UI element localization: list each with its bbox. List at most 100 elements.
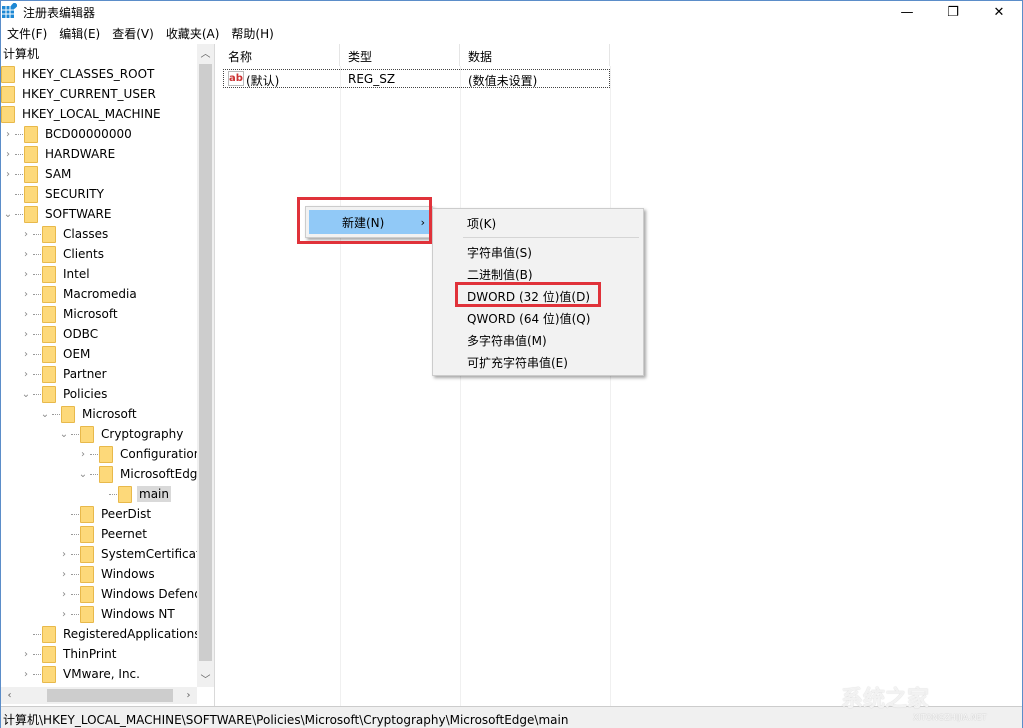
tree-connector-line: [15, 173, 23, 175]
tree-node[interactable]: SECURITY: [2, 184, 106, 204]
scroll-up-arrow-icon[interactable]: ︿: [197, 44, 214, 61]
close-button[interactable]: ✕: [976, 1, 1022, 23]
menu-view[interactable]: 查看(V): [106, 23, 160, 43]
tree-horizontal-scrollbar[interactable]: ‹ ›: [1, 687, 197, 704]
expand-chevron-icon[interactable]: ›: [20, 669, 32, 680]
expand-chevron-icon[interactable]: ›: [2, 149, 14, 160]
column-header-name[interactable]: 名称: [220, 44, 340, 66]
tree-vertical-scrollbar[interactable]: ︿ ﹀: [197, 44, 214, 687]
tree-node[interactable]: › ThinPrint: [20, 644, 118, 664]
tree-node[interactable]: PeerDist: [58, 504, 153, 524]
tree-node[interactable]: HKEY_CLASSES_ROOT: [1, 64, 156, 84]
tree-node[interactable]: HKEY_LOCAL_MACHINE: [1, 104, 163, 124]
menu-bar: 文件(F) 编辑(E) 查看(V) 收藏夹(A) 帮助(H): [1, 23, 1022, 43]
folder-icon: [80, 585, 94, 603]
expand-chevron-icon[interactable]: ›: [20, 369, 32, 380]
expand-chevron-icon[interactable]: ›: [20, 329, 32, 340]
tree-node-label: Configuration: [120, 447, 202, 461]
menu-favorites[interactable]: 收藏夹(A): [160, 23, 226, 43]
scroll-thumb[interactable]: [199, 64, 212, 661]
tree-node[interactable]: › BCD00000000: [2, 124, 134, 144]
tree-connector-line: [52, 413, 60, 415]
expand-chevron-icon[interactable]: ›: [20, 269, 32, 280]
menu-item-multi-string-value[interactable]: 多字符串值(M): [467, 332, 547, 349]
tree-node[interactable]: › Intel: [20, 264, 92, 284]
title-bar: 注册表编辑器 — ❐ ✕: [1, 1, 1022, 23]
collapse-chevron-icon[interactable]: ⌄: [2, 209, 14, 220]
expand-chevron-icon[interactable]: ›: [20, 289, 32, 300]
expand-chevron-icon[interactable]: ›: [58, 589, 70, 600]
tree-node[interactable]: RegisteredApplications: [20, 624, 202, 644]
expand-chevron-icon[interactable]: ›: [58, 549, 70, 560]
scroll-right-arrow-icon[interactable]: ›: [180, 687, 197, 704]
menu-item-key[interactable]: 项(K): [467, 215, 496, 232]
tree-node[interactable]: › Macromedia: [20, 284, 139, 304]
scroll-down-arrow-icon[interactable]: ﹀: [197, 670, 214, 687]
folder-icon: [99, 445, 113, 463]
menu-item-binary-value[interactable]: 二进制值(B): [467, 266, 533, 283]
restore-button[interactable]: ❐: [930, 1, 976, 23]
expand-chevron-icon[interactable]: ›: [2, 129, 14, 140]
menu-help[interactable]: 帮助(H): [225, 23, 279, 43]
tree-node[interactable]: › Windows: [58, 564, 157, 584]
tree-node[interactable]: › Classes: [20, 224, 110, 244]
folder-icon: [61, 405, 75, 423]
expand-chevron-icon[interactable]: ›: [58, 609, 70, 620]
tree-node-label: Peernet: [101, 527, 147, 541]
tree-connector-line: [33, 373, 41, 375]
tree-node[interactable]: ⌄ Cryptography: [58, 424, 185, 444]
tree-node[interactable]: › Clients: [20, 244, 106, 264]
registry-tree[interactable]: 计算机 HKEY_CLASSES_ROOT HKEY_CURRENT_USER HK…: [1, 44, 215, 706]
tree-node[interactable]: › Windows Defender: [58, 584, 214, 604]
tree-node[interactable]: › VMware, Inc.: [20, 664, 142, 684]
scroll-left-arrow-icon[interactable]: ‹: [1, 687, 18, 704]
expand-chevron-icon[interactable]: ›: [20, 649, 32, 660]
expand-chevron-icon[interactable]: ›: [58, 569, 70, 580]
expand-chevron-icon[interactable]: ›: [2, 169, 14, 180]
folder-icon: [42, 265, 56, 283]
menu-item-expandable-string-value[interactable]: 可扩充字符串值(E): [467, 354, 568, 371]
hscroll-thumb[interactable]: [47, 689, 173, 702]
tree-root-computer[interactable]: 计算机: [3, 45, 39, 62]
tree-node[interactable]: HKEY_CURRENT_USER: [1, 84, 158, 104]
tree-node[interactable]: › HARDWARE: [2, 144, 117, 164]
tree-node[interactable]: › Partner: [20, 364, 109, 384]
tree-node[interactable]: ⌄ Microsoft: [39, 404, 139, 424]
tree-node[interactable]: › SystemCertificates: [58, 544, 214, 564]
tree-node-label: Windows: [101, 567, 155, 581]
column-header-data[interactable]: 数据: [460, 44, 610, 66]
tree-node[interactable]: › Windows NT: [58, 604, 177, 624]
expand-chevron-icon[interactable]: ›: [20, 309, 32, 320]
expand-chevron-icon[interactable]: ›: [77, 449, 89, 460]
collapse-chevron-icon[interactable]: ⌄: [39, 409, 51, 420]
watermark-url: XITONGZHIJIA.NET: [913, 713, 987, 722]
tree-node-label: HKEY_LOCAL_MACHINE: [22, 107, 161, 121]
column-header-type[interactable]: 类型: [340, 44, 460, 66]
tree-node-label: SAM: [45, 167, 72, 181]
menu-item-qword-value[interactable]: QWORD (64 位)值(Q): [467, 310, 590, 327]
collapse-chevron-icon[interactable]: ⌄: [58, 429, 70, 440]
collapse-chevron-icon[interactable]: ⌄: [77, 469, 89, 480]
tree-node[interactable]: › SAM: [2, 164, 73, 184]
tree-node-label: RegisteredApplications: [63, 627, 201, 641]
value-row-default[interactable]: ab (默认) REG_SZ (数值未设置): [223, 69, 610, 88]
menu-item-string-value[interactable]: 字符串值(S): [467, 244, 532, 261]
expand-chevron-icon[interactable]: ›: [20, 349, 32, 360]
tree-node[interactable]: › Configuration: [77, 444, 203, 464]
tree-node[interactable]: › ODBC: [20, 324, 100, 344]
tree-node[interactable]: › OEM: [20, 344, 92, 364]
folder-icon: [80, 505, 94, 523]
menu-edit[interactable]: 编辑(E): [53, 23, 106, 43]
expand-chevron-icon[interactable]: ›: [20, 229, 32, 240]
folder-icon: [80, 565, 94, 583]
tree-node[interactable]: ⌄ Policies: [20, 384, 109, 404]
minimize-button[interactable]: —: [884, 1, 930, 23]
menu-file[interactable]: 文件(F): [1, 23, 53, 43]
tree-node[interactable]: Peernet: [58, 524, 149, 544]
expand-chevron-icon[interactable]: ›: [20, 249, 32, 260]
collapse-chevron-icon[interactable]: ⌄: [20, 389, 32, 400]
tree-node[interactable]: ⌄ MicrosoftEdge: [77, 464, 207, 484]
tree-node[interactable]: main: [96, 484, 171, 504]
tree-node[interactable]: › Microsoft: [20, 304, 120, 324]
tree-node[interactable]: ⌄ SOFTWARE: [2, 204, 113, 224]
